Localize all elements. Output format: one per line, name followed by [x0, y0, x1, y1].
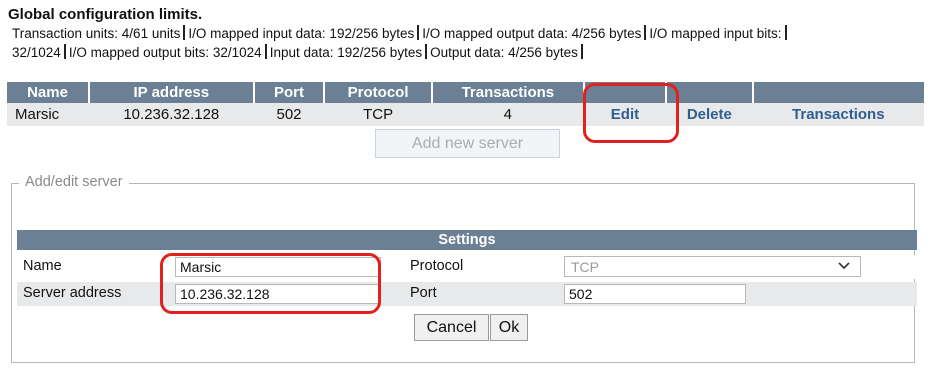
table-header-row: Name IP address Port Protocol Transactio…	[7, 82, 924, 103]
servers-table: Name IP address Port Protocol Transactio…	[7, 82, 924, 126]
server-port-cell: 502	[253, 103, 325, 126]
limits-title: Global configuration limits.	[8, 6, 203, 23]
server-protocol-cell: TCP	[324, 103, 432, 126]
ok-button[interactable]: Ok	[490, 314, 528, 341]
col-name-header: Name	[7, 82, 90, 103]
limit-io-output-bits: I/O mapped output bits: 32/1024	[68, 45, 262, 60]
transactions-link[interactable]: Transactions	[752, 103, 924, 126]
limit-io-input-data: I/O mapped input data: 192/256 bytes	[188, 26, 415, 41]
limit-transaction-units: Transaction units: 4/61 units	[12, 26, 181, 41]
settings-row-name-protocol: Name Protocol TCP	[17, 255, 917, 279]
separator	[580, 44, 583, 59]
add-edit-server-legend: Add/edit server	[19, 174, 129, 190]
add-new-server-button[interactable]: Add new server	[375, 129, 560, 158]
protocol-select-value: TCP	[571, 259, 599, 275]
protocol-select[interactable]: TCP	[564, 256, 861, 277]
col-transactions-header: Transactions	[431, 82, 585, 103]
port-label: Port	[410, 285, 437, 301]
separator	[425, 44, 428, 59]
protocol-label: Protocol	[410, 258, 464, 274]
col-port-header: Port	[253, 82, 326, 103]
separator	[417, 25, 420, 40]
name-input[interactable]	[175, 257, 381, 277]
global-limits: Global configuration limits. Transaction…	[8, 6, 923, 62]
server-address-input[interactable]	[175, 284, 381, 304]
port-input[interactable]	[564, 284, 746, 304]
separator	[784, 25, 787, 40]
chevron-down-icon	[838, 262, 850, 270]
name-label: Name	[23, 258, 62, 274]
server-transactions-count-cell: 4	[431, 103, 584, 126]
separator	[183, 25, 186, 40]
limit-input-data: Input data: 192/256 bytes	[269, 45, 423, 60]
separator	[264, 44, 267, 59]
col-protocol-header: Protocol	[324, 82, 433, 103]
delete-link[interactable]: Delete	[666, 103, 753, 126]
server-address-label: Server address	[23, 285, 122, 301]
col-delete-header	[666, 82, 754, 103]
server-ip-cell: 10.236.32.128	[88, 103, 254, 126]
limit-io-input-bits: I/O mapped input bits:	[649, 26, 782, 41]
settings-header: Settings	[17, 230, 917, 250]
limit-io-output-data: I/O mapped output data: 4/256 bytes	[422, 26, 642, 41]
separator	[644, 25, 647, 40]
server-name-cell: Marsic	[7, 103, 89, 126]
separator	[63, 44, 66, 59]
edit-link[interactable]: Edit	[583, 103, 667, 126]
col-transactions-link-header	[752, 82, 924, 103]
limits-body: Transaction units: 4/61 units I/O mapped …	[8, 24, 923, 62]
limit-output-data: Output data: 4/256 bytes	[430, 45, 578, 60]
cancel-button[interactable]: Cancel	[414, 314, 489, 341]
col-edit-header	[583, 82, 668, 103]
col-ip-header: IP address	[88, 82, 255, 103]
settings-row-address-port: Server address Port	[17, 282, 917, 306]
limit-io-input-bits-value: 32/1024	[12, 45, 61, 60]
table-row: Marsic 10.236.32.128 502 TCP 4 Edit Dele…	[7, 103, 924, 126]
